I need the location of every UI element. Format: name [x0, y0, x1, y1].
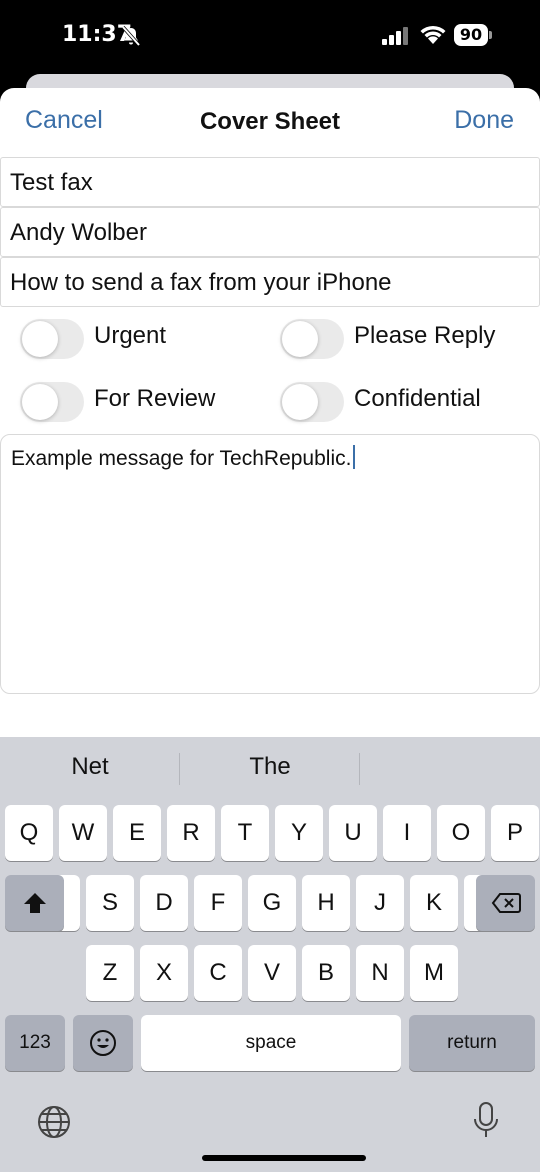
key-k[interactable]: K — [410, 875, 458, 931]
key-j[interactable]: J — [356, 875, 404, 931]
key-i[interactable]: I — [383, 805, 431, 861]
regarding-field[interactable]: How to send a fax from your iPhone — [0, 257, 540, 307]
key-z[interactable]: Z — [86, 945, 134, 1001]
battery-level: 90 — [454, 24, 488, 46]
home-indicator — [202, 1155, 366, 1161]
urgent-option: Urgent — [20, 310, 260, 362]
wifi-icon — [420, 25, 446, 44]
recipient-field[interactable]: Andy Wolber — [0, 207, 540, 257]
text-cursor — [353, 445, 356, 469]
prediction-divider — [359, 753, 360, 785]
prediction-bar: Net The — [0, 737, 540, 801]
status-bar: 11:37 90 — [0, 0, 540, 72]
key-n[interactable]: N — [356, 945, 404, 1001]
confidential-toggle[interactable] — [280, 382, 344, 422]
key-s[interactable]: S — [86, 875, 134, 931]
key-m[interactable]: M — [410, 945, 458, 1001]
delete-key[interactable] — [476, 875, 535, 931]
key-u[interactable]: U — [329, 805, 377, 861]
prediction-1[interactable]: Net — [0, 753, 180, 781]
keyboard: Net The QWERTYUIOP ASDFGHJKL ZXCVBNM 123… — [0, 737, 540, 1172]
for-review-option: For Review — [20, 373, 260, 425]
toggle-knob — [282, 384, 318, 420]
numbers-key[interactable]: 123 — [5, 1015, 65, 1071]
key-v[interactable]: V — [248, 945, 296, 1001]
please-reply-label: Please Reply — [354, 322, 496, 349]
key-o[interactable]: O — [437, 805, 485, 861]
urgent-toggle[interactable] — [20, 319, 84, 359]
key-y[interactable]: Y — [275, 805, 323, 861]
emoji-icon — [90, 1030, 116, 1056]
toggle-knob — [22, 321, 58, 357]
key-q[interactable]: Q — [5, 805, 53, 861]
key-c[interactable]: C — [194, 945, 242, 1001]
key-f[interactable]: F — [194, 875, 242, 931]
message-textarea[interactable]: Example message for TechRepublic. — [0, 434, 540, 694]
battery-indicator: 90 — [454, 24, 494, 48]
nav-bar: Cover Sheet Cancel Done — [0, 88, 540, 156]
subject-field[interactable]: Test fax — [0, 157, 540, 207]
key-x[interactable]: X — [140, 945, 188, 1001]
key-r[interactable]: R — [167, 805, 215, 861]
cancel-button[interactable]: Cancel — [25, 106, 103, 135]
urgent-label: Urgent — [94, 322, 167, 349]
cellular-signal-icon — [382, 27, 408, 45]
key-e[interactable]: E — [113, 805, 161, 861]
toggle-row-1: Urgent Please Reply — [0, 310, 540, 362]
confidential-option: Confidential — [280, 373, 530, 425]
globe-icon[interactable] — [36, 1104, 72, 1140]
done-button[interactable]: Done — [454, 106, 514, 135]
confidential-label: Confidential — [354, 385, 481, 412]
message-text: Example message for TechRepublic. — [11, 447, 352, 470]
please-reply-option: Please Reply — [280, 310, 530, 362]
key-p[interactable]: P — [491, 805, 539, 861]
key-d[interactable]: D — [140, 875, 188, 931]
bell-slash-icon — [121, 25, 141, 47]
emoji-key[interactable] — [73, 1015, 133, 1071]
for-review-label: For Review — [94, 385, 216, 412]
microphone-icon[interactable] — [472, 1101, 500, 1141]
key-h[interactable]: H — [302, 875, 350, 931]
for-review-toggle[interactable] — [20, 382, 84, 422]
key-g[interactable]: G — [248, 875, 296, 931]
key-w[interactable]: W — [59, 805, 107, 861]
toggle-knob — [22, 384, 58, 420]
battery-tip — [489, 31, 492, 39]
key-b[interactable]: B — [302, 945, 350, 1001]
shift-key[interactable] — [5, 875, 64, 931]
toggle-row-2: For Review Confidential — [0, 373, 540, 425]
return-key[interactable]: return — [409, 1015, 535, 1071]
toggle-knob — [282, 321, 318, 357]
space-key[interactable]: space — [141, 1015, 401, 1071]
please-reply-toggle[interactable] — [280, 319, 344, 359]
prediction-2[interactable]: The — [180, 753, 360, 781]
shift-icon — [23, 893, 46, 913]
key-t[interactable]: T — [221, 805, 269, 861]
delete-icon — [491, 893, 521, 913]
